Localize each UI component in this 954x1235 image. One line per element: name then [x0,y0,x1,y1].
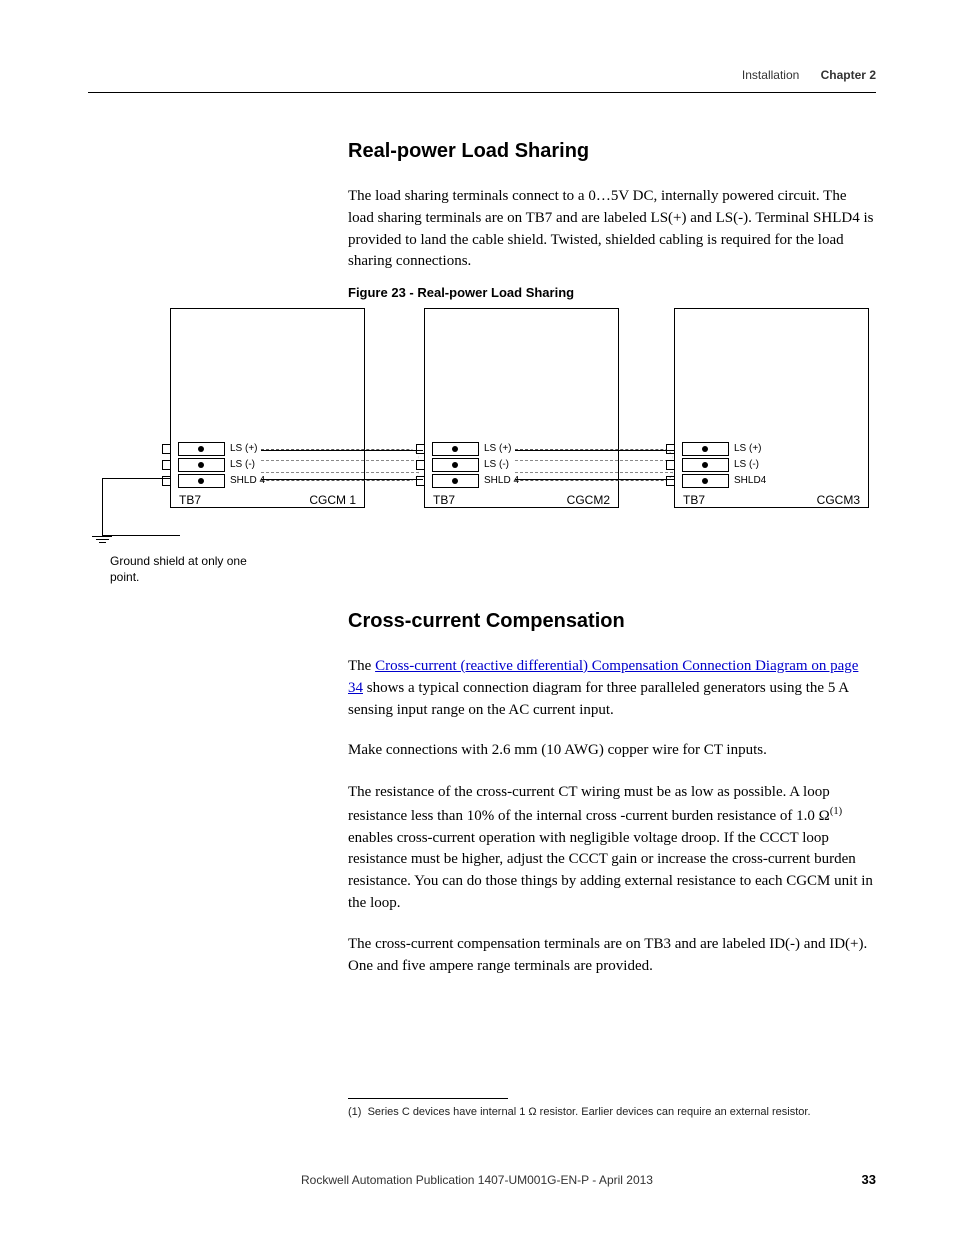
module-cgcm1: LS (+)LS (-)SHLD 4 TB7 CGCM 1 [170,308,365,508]
text-fragment: The resistance of the cross-current CT w… [348,784,830,824]
header-section: Installation [742,68,799,82]
footnote-marker: (1) [348,1106,361,1118]
paragraph-load-sharing: The load sharing terminals connect to a … [348,186,876,273]
ground-symbol-icon [92,534,112,545]
terminal-labels: LS (+)LS (-)SHLD 4 [230,441,265,489]
header-rule [88,92,876,93]
tb-label: TB7 [683,493,705,507]
figure-real-power-load-sharing: Ground shield at only one point. LS (+)L… [62,308,874,568]
module-label: CGCM2 [567,493,610,507]
terminal-block-tb7: LS (+)LS (-)SHLD 4 [170,441,225,489]
ground-conductor-drop [102,478,180,536]
text-fragment: The [348,658,375,674]
terminal-labels: LS (+)LS (-)SHLD 4 [484,441,519,489]
module-label: CGCM 1 [309,493,356,507]
paragraph-wire-gauge: Make connections with 2.6 mm (10 AWG) co… [348,740,876,762]
paragraph-resistance: The resistance of the cross-current CT w… [348,782,876,915]
tb-label: TB7 [179,493,201,507]
shielded-cable [515,449,673,481]
text-fragment: enables cross-current operation with neg… [348,830,873,911]
running-header: Installation Chapter 2 [742,68,876,82]
text-fragment: shows a typical connection diagram for t… [348,680,848,718]
footnote-ref: (1) [830,806,842,817]
module-cgcm2: LS (+)LS (-)SHLD 4 TB7 CGCM2 [424,308,619,508]
heading-real-power-load-sharing: Real-power Load Sharing [348,140,589,163]
tb-label: TB7 [433,493,455,507]
footnote-rule [348,1098,508,1099]
header-chapter: Chapter 2 [821,68,876,82]
publication-footer: Rockwell Automation Publication 1407-UM0… [0,1173,954,1187]
ground-note: Ground shield at only one point. [110,554,250,585]
shielded-cable [261,449,419,481]
figure-caption: Figure 23 - Real-power Load Sharing [348,285,574,300]
paragraph-ccc-terminals: The cross-current compensation terminals… [348,934,876,978]
module-cgcm3: LS (+)LS (-)SHLD4 TB7 CGCM3 [674,308,869,508]
terminal-labels: LS (+)LS (-)SHLD4 [734,441,766,489]
module-label: CGCM3 [817,493,860,507]
terminal-block-tb7: LS (+)LS (-)SHLD 4 [424,441,479,489]
heading-cross-current-compensation: Cross-current Compensation [348,610,625,633]
footnote: (1) Series C devices have internal 1 Ω r… [348,1106,876,1118]
paragraph-ccc-intro: The Cross-current (reactive differential… [348,656,876,721]
page-number: 33 [862,1172,876,1187]
footnote-text: Series C devices have internal 1 Ω resis… [368,1106,811,1118]
terminal-block-tb7: LS (+)LS (-)SHLD4 [674,441,729,489]
